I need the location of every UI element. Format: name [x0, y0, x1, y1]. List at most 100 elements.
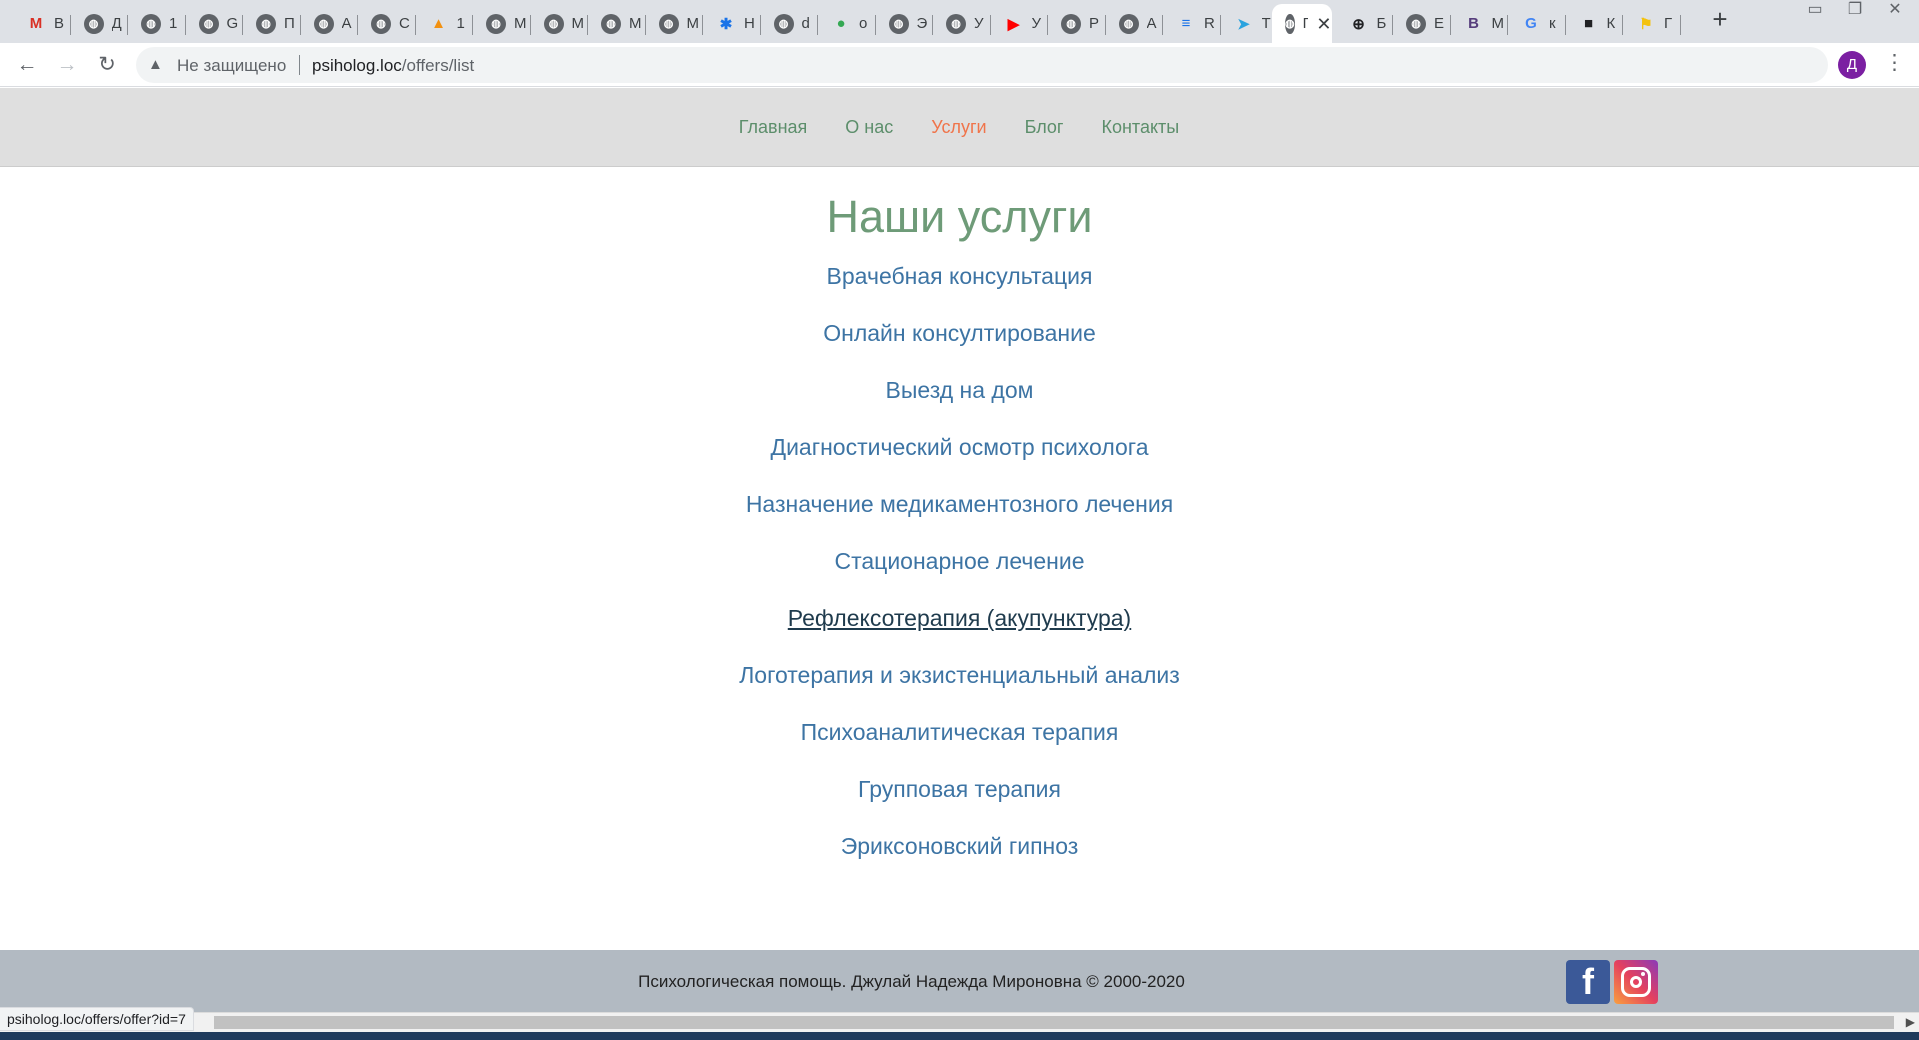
globe-icon: ◍: [198, 13, 219, 34]
tab-title: Р: [1089, 15, 1100, 32]
offer-link[interactable]: Эриксоновский гипноз: [841, 833, 1079, 859]
tab-title: Н: [744, 15, 755, 32]
browser-tab[interactable]: ◍ М: [531, 4, 588, 43]
page-title: Наши услуги: [826, 191, 1093, 242]
tab-title: Э: [916, 15, 928, 32]
restore-button[interactable]: ❐: [1836, 0, 1874, 22]
more-menu-icon[interactable]: ⋮: [1884, 50, 1905, 75]
browser-tab[interactable]: ◍ А: [301, 4, 358, 43]
browser-tab[interactable]: ≡ R: [1163, 4, 1221, 43]
browser-tab[interactable]: ◍ 1: [128, 4, 186, 43]
nav-link[interactable]: О нас: [845, 117, 893, 138]
tab-title: к: [1549, 15, 1556, 32]
browser-tab[interactable]: BМ: [1451, 4, 1508, 43]
back-button[interactable]: ←: [13, 51, 41, 79]
offer-link[interactable]: Групповая терапия: [858, 776, 1061, 802]
globe-icon: ◍: [946, 13, 966, 34]
url-text[interactable]: psiholog.loc/offers/list: [312, 56, 474, 76]
browser-tab[interactable]: ⊕ Б: [1336, 4, 1393, 43]
browser-tab[interactable]: ● о: [818, 4, 876, 43]
profile-avatar[interactable]: Д: [1838, 51, 1866, 79]
browser-tab[interactable]: ◍ С: [358, 4, 416, 43]
offer-link[interactable]: Логотерапия и экзистенциальный анализ: [739, 662, 1180, 688]
tab-title: М: [1491, 15, 1505, 32]
browser-tab[interactable]: ◍ Э: [876, 4, 933, 43]
list-item: Эриксоновский гипноз: [0, 833, 1919, 890]
dark-square-icon: ■: [1583, 15, 1594, 32]
nav-link[interactable]: Блог: [1025, 117, 1064, 138]
browser-tab[interactable]: ▲ 1: [416, 4, 473, 43]
tab-title: В: [54, 15, 65, 32]
offer-link[interactable]: Назначение медикаментозного лечения: [746, 491, 1173, 517]
globe-icon: ◍: [888, 13, 909, 34]
warning-icon[interactable]: ▲: [148, 56, 163, 73]
browser-tab[interactable]: ◍ М: [646, 4, 703, 43]
tab-title: Д: [111, 15, 122, 32]
offer-link[interactable]: Врачебная консультация: [827, 263, 1093, 289]
offer-link[interactable]: Рефлексотерапия (акупунктура): [788, 605, 1131, 631]
globe-icon: ◍: [1118, 13, 1139, 34]
tab-title: А: [1146, 15, 1157, 32]
instagram-dot: [1641, 972, 1645, 976]
browser-tab[interactable]: Gк: [1508, 4, 1566, 43]
minimize-button[interactable]: ▭: [1796, 0, 1834, 22]
tab-separator: [1679, 15, 1681, 35]
scrollbar-thumb[interactable]: [214, 1016, 1894, 1029]
list-item: Психоаналитическая терапия: [0, 719, 1919, 776]
tab-title: П: [1302, 15, 1309, 32]
reload-button[interactable]: ↻: [93, 51, 121, 79]
nav-link[interactable]: Контакты: [1101, 117, 1179, 138]
security-label[interactable]: Не защищено: [177, 56, 286, 76]
nav-link[interactable]: Главная: [739, 117, 808, 138]
browser-tab-strip: M В ◍ Д ◍ 1 ◍ G ◍ П ◍ А ◍ С ▲ 1 ◍ М ◍ М ◍ М ◍ М ✱ Н ◍ d ● о ◍ Э ◍ У ▶ У ◍ Р ◍ А…: [0, 0, 1919, 43]
web-icon: ⊕: [1352, 15, 1365, 33]
list-icon: ≡: [1181, 15, 1191, 32]
browser-tab[interactable]: ◍ М: [588, 4, 646, 43]
globe-icon: ◍: [601, 13, 621, 34]
offers-list: Врачебная консультация Онлайн консултиров…: [0, 263, 1919, 890]
browser-tab[interactable]: ▶ У: [991, 4, 1048, 43]
offer-link[interactable]: Онлайн консултирование: [823, 320, 1096, 346]
tab-title: П: [284, 15, 295, 32]
site-navbar: Главная О нас Услуги Блог Контакты: [0, 88, 1919, 167]
globe-icon: ◍: [256, 13, 276, 34]
list-item: Врачебная консультация: [0, 263, 1919, 320]
tab-title: 1: [169, 15, 178, 32]
address-bar[interactable]: ▲ Не защищено psiholog.loc/offers/list ☆: [136, 47, 1828, 83]
url-path: /offers/list: [401, 56, 475, 75]
browser-tab[interactable]: ■ К: [1566, 4, 1623, 43]
browser-tab[interactable]: ◍ П: [243, 4, 301, 43]
instagram-icon[interactable]: [1614, 960, 1658, 1004]
status-bubble: psiholog.loc/offers/offer?id=7: [0, 1007, 194, 1031]
forward-button[interactable]: →: [53, 51, 81, 79]
offer-link[interactable]: Диагностический осмотр психолога: [771, 434, 1149, 460]
tab-title: о: [859, 15, 868, 32]
globe-icon: ◍: [83, 13, 104, 34]
browser-tab[interactable]: ◍ М: [473, 4, 531, 43]
browser-tab[interactable]: ✱ Н: [703, 4, 761, 43]
browser-toolbar: ← → ↻ ▲ Не защищено psiholog.loc/offers/…: [0, 43, 1919, 87]
horizontal-scrollbar[interactable]: ▶: [0, 1012, 1919, 1032]
offer-link[interactable]: Выезд на дом: [886, 377, 1034, 403]
new-tab-button[interactable]: +: [1706, 6, 1734, 34]
browser-tab[interactable]: ◍ Д: [71, 4, 128, 43]
browser-tab[interactable]: ◍ d: [761, 4, 818, 43]
browser-tab[interactable]: ⚑ Г: [1623, 4, 1681, 43]
facebook-icon[interactable]: f: [1566, 960, 1610, 1004]
browser-tab[interactable]: ◍ У: [933, 4, 991, 43]
scroll-right-icon[interactable]: ▶: [1906, 1015, 1915, 1029]
close-tab-icon[interactable]: ✕: [1316, 15, 1331, 33]
close-window-button[interactable]: ✕: [1876, 0, 1914, 22]
nav-link[interactable]: Услуги: [931, 117, 986, 138]
browser-tab[interactable]: MВ: [13, 4, 71, 43]
browser-tab[interactable]: ◍ Е: [1393, 4, 1451, 43]
browser-tab[interactable]: ◍ П ✕: [1272, 4, 1332, 43]
browser-tab[interactable]: ◍ G: [186, 4, 243, 43]
offer-link[interactable]: Психоаналитическая терапия: [801, 719, 1119, 745]
tab-title: А: [341, 15, 352, 32]
browser-tab[interactable]: ◍ А: [1106, 4, 1163, 43]
globe-icon: ◍: [371, 13, 391, 34]
offer-link[interactable]: Стационарное лечение: [834, 548, 1084, 574]
browser-tab[interactable]: ➤ Т: [1221, 4, 1278, 43]
browser-tab[interactable]: ◍ Р: [1048, 4, 1106, 43]
